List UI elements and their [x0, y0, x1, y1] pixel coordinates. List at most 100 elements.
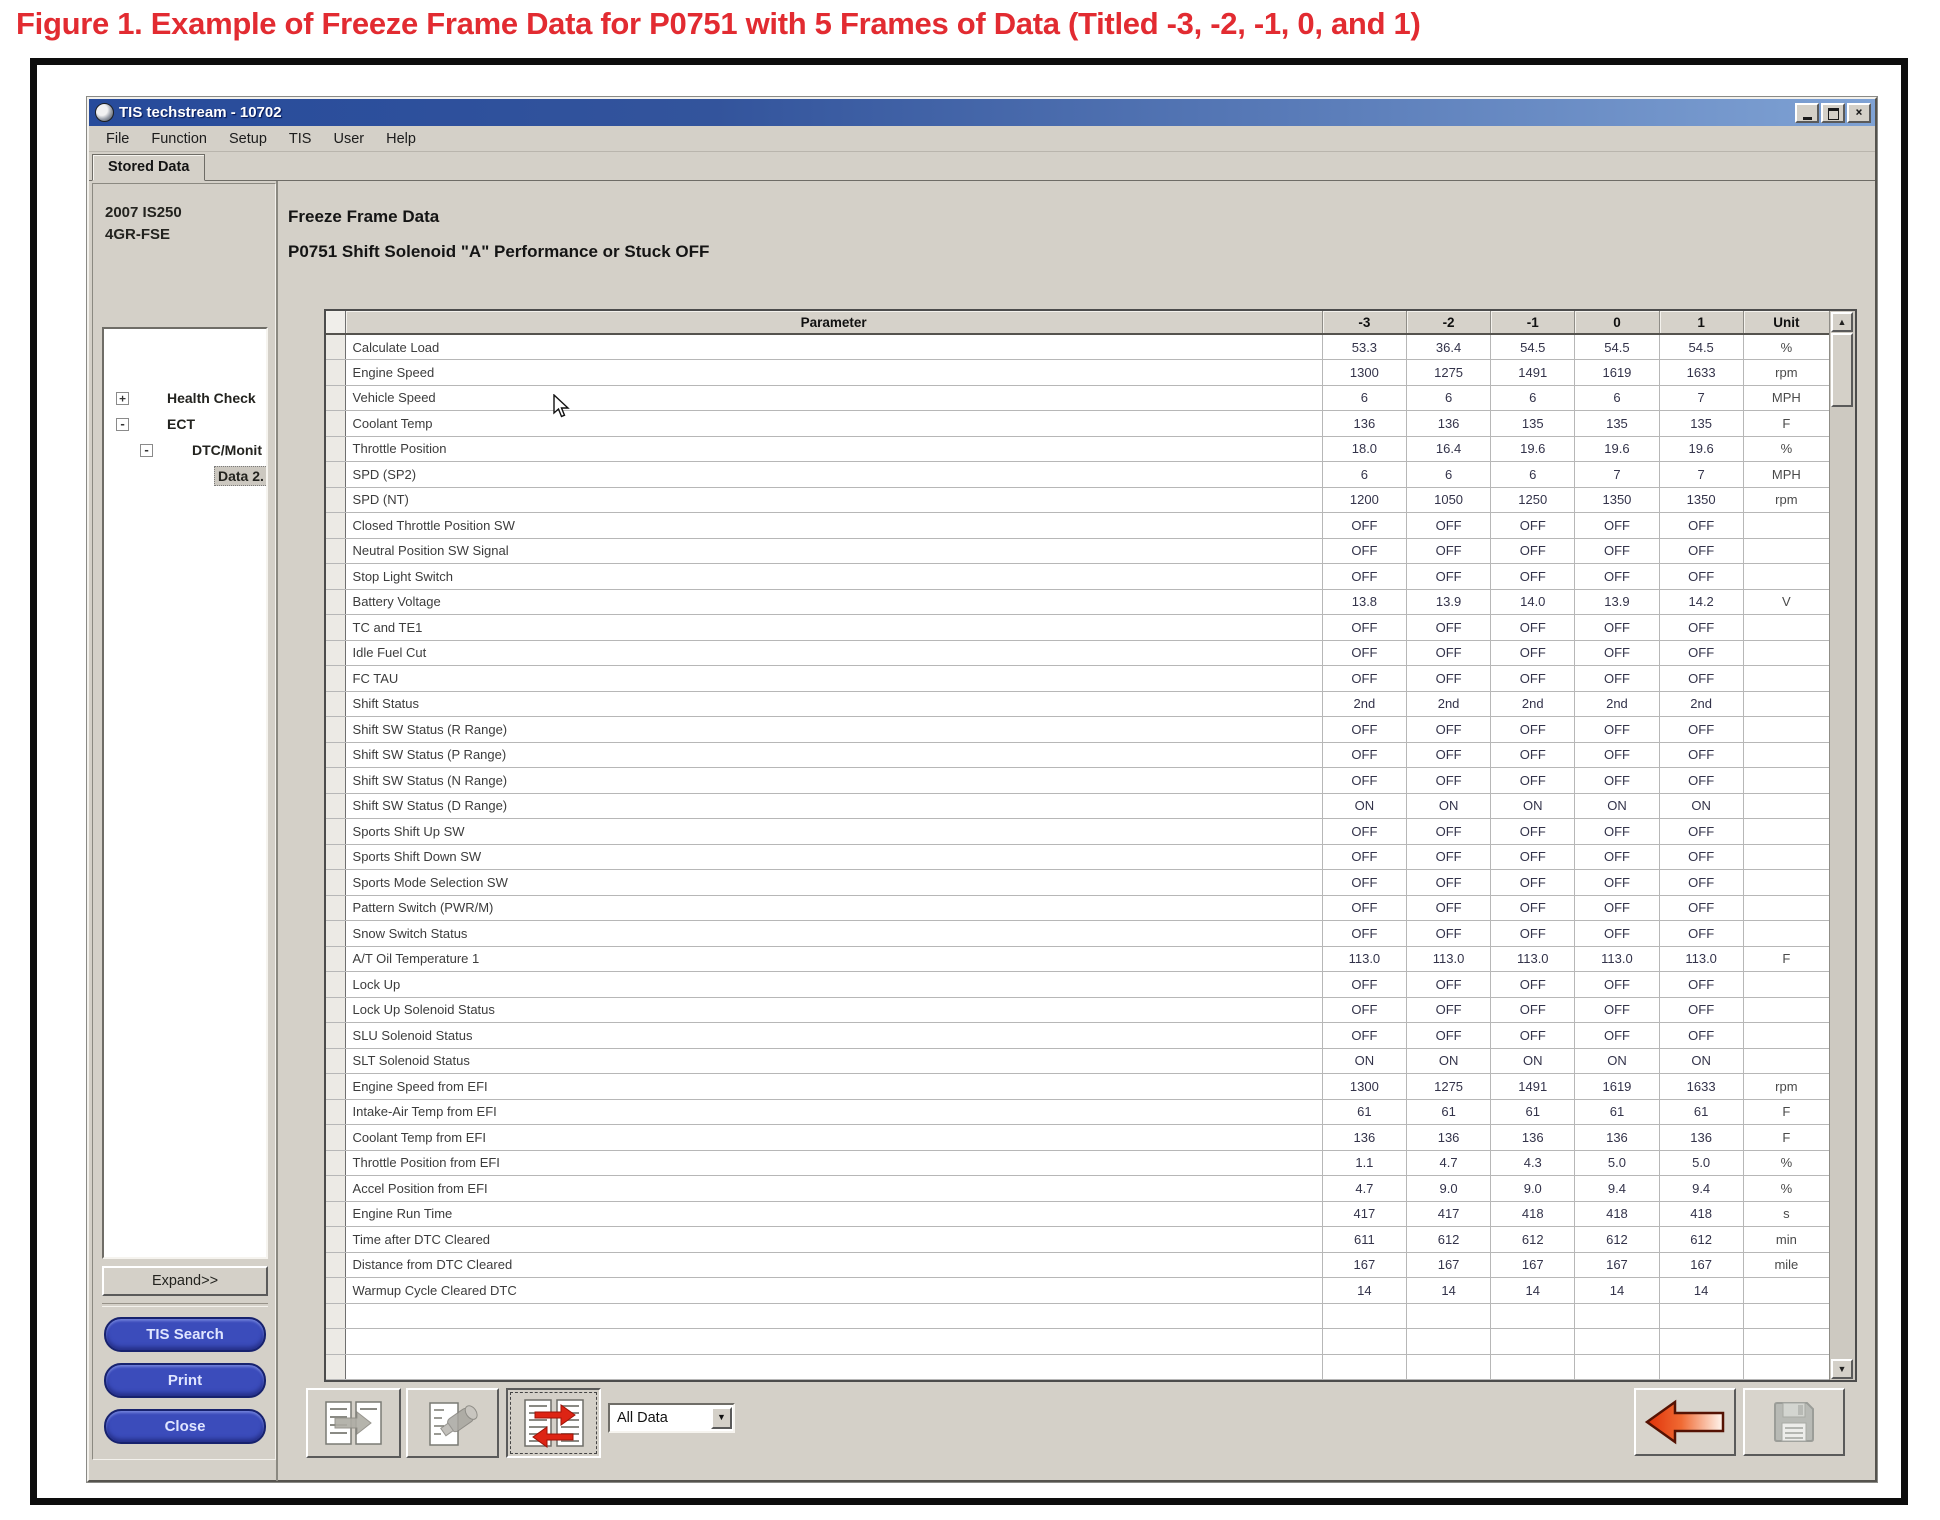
header-cell-0[interactable]: 0	[1575, 311, 1659, 334]
unit-cell: min	[1743, 1227, 1829, 1253]
collapse-minus-icon[interactable]: -	[116, 418, 129, 431]
scroll-up-icon[interactable]: ▲	[1831, 312, 1853, 332]
tab-stored-data[interactable]: Stored Data	[92, 154, 205, 181]
header-cell-2[interactable]: -2	[1406, 311, 1490, 334]
table-row[interactable]: Pattern Switch (PWR/M)OFFOFFOFFOFFOFF	[326, 895, 1830, 921]
header-cell-1[interactable]: 1	[1659, 311, 1743, 334]
header-cell-3[interactable]: -3	[1322, 311, 1406, 334]
value-cell: OFF	[1659, 972, 1743, 998]
close-window-button[interactable]: ×	[1847, 103, 1871, 123]
table-row[interactable]: Coolant Temp136136135135135F	[326, 411, 1830, 437]
value-cell: 167	[1575, 1252, 1659, 1278]
expand-button[interactable]: Expand>>	[102, 1266, 268, 1296]
data-filter-dropdown[interactable]: All Data ▼	[608, 1403, 735, 1433]
table-row[interactable]: SLU Solenoid StatusOFFOFFOFFOFFOFF	[326, 1023, 1830, 1049]
row-selector-cell	[326, 1125, 345, 1151]
parameter-cell: Stop Light Switch	[345, 564, 1322, 590]
table-row[interactable]: Closed Throttle Position SWOFFOFFOFFOFFO…	[326, 513, 1830, 539]
empty-table-row[interactable]	[326, 1329, 1830, 1355]
tree-item-ect[interactable]: -ECT	[104, 411, 266, 437]
table-row[interactable]: Shift SW Status (N Range)OFFOFFOFFOFFOFF	[326, 768, 1830, 794]
menu-item-tis[interactable]: TIS	[278, 129, 323, 149]
window-title: TIS techstream - 10702	[119, 104, 282, 121]
table-row[interactable]: Stop Light SwitchOFFOFFOFFOFFOFF	[326, 564, 1830, 590]
value-cell: 167	[1322, 1252, 1406, 1278]
table-row[interactable]: Idle Fuel CutOFFOFFOFFOFFOFF	[326, 640, 1830, 666]
tree-item-data-2[interactable]: Data 2.	[104, 463, 266, 489]
menu-item-setup[interactable]: Setup	[218, 129, 278, 149]
table-row[interactable]: Coolant Temp from EFI136136136136136F	[326, 1125, 1830, 1151]
value-cell: 54.5	[1659, 334, 1743, 360]
menu-item-function[interactable]: Function	[140, 129, 218, 149]
table-scrollbar[interactable]: ▲ ▼	[1829, 311, 1855, 1380]
table-row[interactable]: Snow Switch StatusOFFOFFOFFOFFOFF	[326, 921, 1830, 947]
table-row[interactable]: Engine Speed from EFI1300127514911619163…	[326, 1074, 1830, 1100]
table-row[interactable]: TC and TE1OFFOFFOFFOFFOFF	[326, 615, 1830, 641]
table-row[interactable]: Distance from DTC Cleared167167167167167…	[326, 1252, 1830, 1278]
restore-button[interactable]	[1821, 103, 1845, 123]
value-cell: OFF	[1406, 870, 1490, 896]
table-row[interactable]: Sports Shift Up SWOFFOFFOFFOFFOFF	[326, 819, 1830, 845]
tis-search-button[interactable]: TIS Search	[104, 1317, 266, 1352]
header-cell-unit[interactable]: Unit	[1743, 311, 1829, 334]
scroll-down-icon[interactable]: ▼	[1831, 1359, 1853, 1379]
table-row[interactable]: FC TAUOFFOFFOFFOFFOFF	[326, 666, 1830, 692]
table-row[interactable]: SPD (SP2)66677MPH	[326, 462, 1830, 488]
value-cell: OFF	[1322, 1023, 1406, 1049]
table-row[interactable]: Accel Position from EFI4.79.09.09.49.4%	[326, 1176, 1830, 1202]
menu-item-help[interactable]: Help	[375, 129, 427, 149]
back-button[interactable]	[1634, 1388, 1736, 1456]
tree-item-health-check[interactable]: +Health Check	[104, 385, 266, 411]
table-row[interactable]: Battery Voltage13.813.914.013.914.2V	[326, 589, 1830, 615]
save-button[interactable]	[1743, 1388, 1845, 1456]
data-filter-value: All Data	[610, 1410, 711, 1426]
table-row[interactable]: Vehicle Speed66667MPH	[326, 385, 1830, 411]
empty-table-row[interactable]	[326, 1303, 1830, 1329]
table-row[interactable]: Sports Mode Selection SWOFFOFFOFFOFFOFF	[326, 870, 1830, 896]
table-row[interactable]: Calculate Load53.336.454.554.554.5%	[326, 334, 1830, 360]
table-row[interactable]: Warmup Cycle Cleared DTC1414141414	[326, 1278, 1830, 1304]
value-cell: 14	[1659, 1278, 1743, 1304]
tree-item-label: DTC/Monit	[189, 441, 265, 459]
row-selector-cell	[326, 997, 345, 1023]
table-row[interactable]: Throttle Position18.016.419.619.619.6%	[326, 436, 1830, 462]
table-row[interactable]: Throttle Position from EFI1.14.74.35.05.…	[326, 1150, 1830, 1176]
value-cell: 113.0	[1575, 946, 1659, 972]
collapse-minus-icon[interactable]: -	[140, 444, 153, 457]
value-cell: 6	[1575, 385, 1659, 411]
compare-data-button[interactable]	[306, 1388, 401, 1458]
menu-item-user[interactable]: User	[322, 129, 375, 149]
empty-table-row[interactable]	[326, 1354, 1830, 1380]
table-row[interactable]: SLT Solenoid StatusONONONONON	[326, 1048, 1830, 1074]
header-cell-1[interactable]: -1	[1491, 311, 1575, 334]
table-row[interactable]: Shift Status2nd2nd2nd2nd2nd	[326, 691, 1830, 717]
expand-plus-icon[interactable]: +	[116, 392, 129, 405]
dropdown-arrow-icon[interactable]: ▼	[711, 1407, 732, 1429]
table-row[interactable]: Shift SW Status (R Range)OFFOFFOFFOFFOFF	[326, 717, 1830, 743]
minimize-button[interactable]	[1795, 103, 1819, 123]
table-row[interactable]: Engine Speed13001275149116191633rpm	[326, 360, 1830, 386]
table-row[interactable]: SPD (NT)12001050125013501350rpm	[326, 487, 1830, 513]
parameter-cell: Sports Shift Down SW	[345, 844, 1322, 870]
value-cell: OFF	[1659, 640, 1743, 666]
menu-item-file[interactable]: File	[95, 129, 140, 149]
close-button[interactable]: Close	[104, 1409, 266, 1444]
parameter-cell: Shift SW Status (P Range)	[345, 742, 1322, 768]
table-row[interactable]: Neutral Position SW SignalOFFOFFOFFOFFOF…	[326, 538, 1830, 564]
table-row[interactable]: Time after DTC Cleared611612612612612min	[326, 1227, 1830, 1253]
print-button[interactable]: Print	[104, 1363, 266, 1398]
tree-item-dtc-monit[interactable]: - DTC/Monit	[104, 437, 266, 463]
record-data-button[interactable]	[406, 1388, 499, 1458]
swap-data-button[interactable]	[506, 1388, 601, 1458]
table-row[interactable]: Intake-Air Temp from EFI6161616161F	[326, 1099, 1830, 1125]
main-panel: Freeze Frame Data P0751 Shift Solenoid "…	[276, 181, 1873, 1481]
table-row[interactable]: Engine Run Time417417418418418s	[326, 1201, 1830, 1227]
header-cell-parameter[interactable]: Parameter	[345, 311, 1322, 334]
table-row[interactable]: A/T Oil Temperature 1113.0113.0113.0113.…	[326, 946, 1830, 972]
table-row[interactable]: Lock Up Solenoid StatusOFFOFFOFFOFFOFF	[326, 997, 1830, 1023]
table-row[interactable]: Sports Shift Down SWOFFOFFOFFOFFOFF	[326, 844, 1830, 870]
table-row[interactable]: Shift SW Status (D Range)ONONONONON	[326, 793, 1830, 819]
table-row[interactable]: Lock UpOFFOFFOFFOFFOFF	[326, 972, 1830, 998]
table-row[interactable]: Shift SW Status (P Range)OFFOFFOFFOFFOFF	[326, 742, 1830, 768]
scroll-thumb[interactable]	[1831, 333, 1853, 407]
